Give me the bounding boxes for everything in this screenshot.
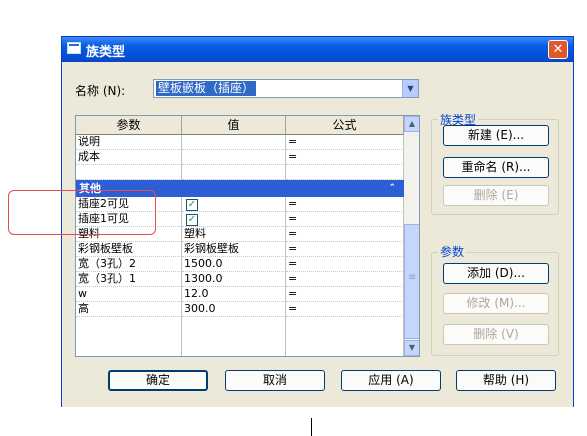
param-name: 彩钢板壁板 (76, 242, 182, 257)
param-formula[interactable]: = (286, 227, 404, 242)
table-row-empty (76, 317, 404, 356)
param-value[interactable]: 彩钢板壁板 (182, 242, 286, 257)
footer: 确定 取消 应用 (A) 帮助 (H) (62, 359, 573, 407)
table-row[interactable]: 彩钢板壁板 彩钢板壁板 = (76, 242, 404, 257)
param-value[interactable]: 塑料 (182, 227, 286, 242)
param-formula[interactable]: = (286, 197, 404, 212)
text-cursor-icon (311, 418, 312, 436)
collapse-icon[interactable]: ⌃ (388, 180, 396, 197)
scroll-up-icon[interactable]: ▲ (404, 116, 419, 132)
param-value[interactable]: 1300.0 (182, 272, 286, 287)
param-formula[interactable]: = (286, 212, 404, 227)
ok-button[interactable]: 确定 (108, 370, 208, 391)
chevron-down-icon[interactable]: ▼ (402, 80, 418, 97)
param-value[interactable] (182, 150, 286, 165)
param-formula[interactable]: = (286, 135, 404, 150)
window-icon (67, 42, 81, 54)
column-header-param[interactable]: 参数 (76, 116, 182, 135)
param-value[interactable]: ✓ (182, 212, 286, 227)
name-dropdown[interactable]: 壁板嵌板（插座） ▼ (153, 79, 419, 98)
name-label: 名称 (N): (75, 84, 126, 98)
param-value[interactable]: 300.0 (182, 302, 286, 317)
param-name (76, 317, 182, 356)
name-value: 壁板嵌板（插座） (156, 81, 257, 96)
cancel-button[interactable]: 取消 (225, 370, 325, 391)
table-row[interactable] (76, 165, 404, 180)
param-formula[interactable]: = (286, 287, 404, 302)
title-bar[interactable]: 族类型 ✕ (62, 37, 573, 62)
checkbox-checked-icon[interactable]: ✓ (186, 214, 198, 226)
param-name (76, 165, 182, 180)
new-type-button[interactable]: 新建 (E)... (443, 125, 549, 146)
param-name: 高 (76, 302, 182, 317)
delete-parameter-button[interactable]: 删除 (V) (443, 324, 549, 345)
vertical-scrollbar[interactable]: ▲ ▼ (404, 116, 419, 356)
delete-type-button[interactable]: 删除 (E) (443, 185, 549, 206)
scroll-down-icon[interactable]: ▼ (404, 340, 419, 356)
param-formula[interactable]: = (286, 242, 404, 257)
apply-button[interactable]: 应用 (A) (341, 370, 441, 391)
param-formula[interactable] (286, 165, 404, 180)
table-row[interactable]: 说明 = (76, 135, 404, 150)
table-row[interactable]: w 12.0 = (76, 287, 404, 302)
column-header-formula[interactable]: 公式 (286, 116, 404, 135)
table-row[interactable]: 宽（3孔）1 1300.0 = (76, 272, 404, 287)
help-button[interactable]: 帮助 (H) (456, 370, 556, 391)
param-value[interactable]: 1500.0 (182, 257, 286, 272)
table-row[interactable]: 宽（3孔）2 1500.0 = (76, 257, 404, 272)
modify-parameter-button[interactable]: 修改 (M)... (443, 293, 549, 314)
parameter-table: 参数 值 公式 说明 = 成本 = 其他 ⌃ 插座2可见 ✓ = 插座1可见 ✓… (75, 115, 420, 357)
table-row[interactable]: 高 300.0 = (76, 302, 404, 317)
highlight-annotation (8, 190, 156, 235)
param-name: w (76, 287, 182, 302)
param-value[interactable] (182, 165, 286, 180)
param-name: 说明 (76, 135, 182, 150)
close-button[interactable]: ✕ (548, 40, 568, 59)
scroll-thumb[interactable] (404, 224, 419, 339)
dialog-title: 族类型 (86, 45, 126, 60)
add-parameter-button[interactable]: 添加 (D)... (443, 263, 549, 284)
column-header-value[interactable]: 值 (182, 116, 286, 135)
param-name: 宽（3孔）1 (76, 272, 182, 287)
param-name: 宽（3孔）2 (76, 257, 182, 272)
param-value[interactable]: ✓ (182, 197, 286, 212)
param-formula[interactable]: = (286, 150, 404, 165)
checkbox-checked-icon[interactable]: ✓ (186, 199, 198, 211)
param-formula (286, 317, 404, 356)
param-formula[interactable]: = (286, 272, 404, 287)
param-formula[interactable]: = (286, 302, 404, 317)
param-value[interactable]: 12.0 (182, 287, 286, 302)
parameters-label: 参数 (438, 243, 467, 260)
rename-type-button[interactable]: 重命名 (R)... (443, 157, 549, 178)
param-value[interactable] (182, 135, 286, 150)
table-row[interactable]: 成本 = (76, 150, 404, 165)
param-formula[interactable]: = (286, 257, 404, 272)
param-name: 成本 (76, 150, 182, 165)
param-value (182, 317, 286, 356)
